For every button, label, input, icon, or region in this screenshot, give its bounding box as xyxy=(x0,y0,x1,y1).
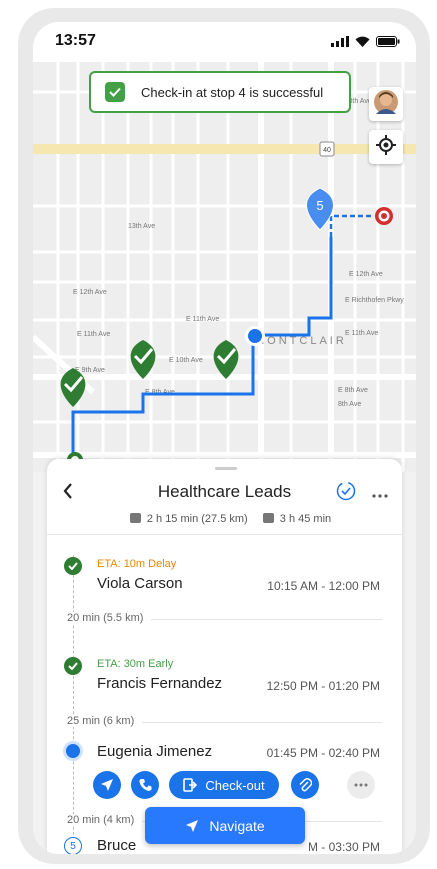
briefcase-icon xyxy=(262,513,274,523)
stop-window: 10:15 AM - 12:00 PM xyxy=(267,579,380,593)
svg-text:E 12th Ave: E 12th Ave xyxy=(349,271,383,278)
route-check-icon[interactable] xyxy=(336,481,356,506)
wifi-icon xyxy=(355,34,370,52)
stop-name: Bruce xyxy=(97,837,137,854)
svg-text:E 11th Ave: E 11th Ave xyxy=(345,330,378,337)
svg-text:E 10th Ave: E 10th Ave xyxy=(169,357,203,364)
svg-text:E 12th Ave: E 12th Ave xyxy=(73,289,107,296)
route-metrics: 2 h 15 min (27.5 km) 3 h 45 min xyxy=(47,513,402,525)
stop-number-badge: 5 xyxy=(64,837,82,854)
current-stop-dot xyxy=(63,741,83,761)
drive-time: 2 h 15 min (27.5 km) xyxy=(146,513,248,525)
map-view[interactable]: 40 13th Ave E 13th Ave E 12th Ave E 12th… xyxy=(33,62,416,472)
divider xyxy=(47,534,402,535)
recenter-button[interactable] xyxy=(369,130,403,164)
checkin-toast: Check-in at stop 4 is successful xyxy=(89,71,351,113)
checkout-icon xyxy=(183,778,198,792)
stop-window: 01:45 PM - 02:40 PM xyxy=(266,746,380,760)
route-shield-label: 40 xyxy=(323,147,331,154)
call-button[interactable] xyxy=(131,771,159,799)
toast-message: Check-in at stop 4 is successful xyxy=(141,84,324,100)
svg-text:8th Ave: 8th Ave xyxy=(338,401,361,408)
phone-icon xyxy=(139,779,152,791)
leg-duration: 25 min (6 km) xyxy=(67,715,143,727)
more-dots-icon xyxy=(354,783,368,787)
avatar xyxy=(374,89,398,119)
avatar-button[interactable] xyxy=(369,87,403,121)
stop-window: 12:50 PM - 01:20 PM xyxy=(266,679,380,693)
route-panel: Healthcare Leads 2 h 15 min (27.5 km) 3 … xyxy=(47,459,402,854)
total-time: 3 h 45 min xyxy=(279,513,332,525)
more-options-icon[interactable] xyxy=(372,485,388,503)
directions-button[interactable] xyxy=(93,771,121,799)
arrow-icon xyxy=(101,779,113,791)
paperclip-icon xyxy=(299,778,312,792)
car-icon xyxy=(129,513,141,523)
stop-name: Viola Carson xyxy=(97,575,183,592)
status-time: 13:57 xyxy=(55,32,96,49)
destination-marker[interactable] xyxy=(375,207,393,225)
svg-text:E 11th Ave: E 11th Ave xyxy=(77,331,110,338)
checkout-button[interactable]: Check-out xyxy=(169,771,279,799)
status-bar: 13:57 xyxy=(33,22,416,62)
timeline-line xyxy=(73,555,74,845)
svg-text:E 11th Ave: E 11th Ave xyxy=(186,316,219,323)
completed-check-icon xyxy=(64,557,82,575)
stop-more-button[interactable] xyxy=(347,771,375,799)
stop-window: M - 03:30 PM xyxy=(307,840,380,854)
navigate-arrow-icon xyxy=(186,819,199,832)
navigate-button[interactable]: Navigate xyxy=(145,807,305,844)
svg-text:E Richthofen Pkwy: E Richthofen Pkwy xyxy=(345,297,404,304)
app-screen: 13:57 40 13th Ave E 13th Ave E 12th Ave … xyxy=(33,22,416,854)
svg-text:13th Ave: 13th Ave xyxy=(128,223,155,230)
drag-handle[interactable] xyxy=(215,467,237,470)
signal-icon xyxy=(331,34,349,52)
navigate-label: Navigate xyxy=(209,817,265,834)
crosshair-icon xyxy=(376,134,396,160)
success-check-icon xyxy=(105,82,125,102)
completed-check-icon xyxy=(64,657,82,675)
leg-duration: 20 min (4 km) xyxy=(67,814,143,826)
checkout-label: Check-out xyxy=(205,777,265,793)
stop-eta: ETA: 30m Early xyxy=(97,658,174,670)
stop-name: Francis Fernandez xyxy=(97,675,223,692)
leg-duration: 20 min (5.5 km) xyxy=(67,612,152,624)
next-stop-number: 5 xyxy=(316,198,323,213)
neighborhood-label: MONTCLAIR xyxy=(255,335,347,347)
stop-eta: ETA: 10m Delay xyxy=(97,558,177,570)
svg-text:E 8th Ave: E 8th Ave xyxy=(338,387,368,394)
battery-icon xyxy=(376,34,400,52)
attach-button[interactable] xyxy=(291,771,319,799)
stop-name: Eugenia Jimenez xyxy=(97,743,213,760)
